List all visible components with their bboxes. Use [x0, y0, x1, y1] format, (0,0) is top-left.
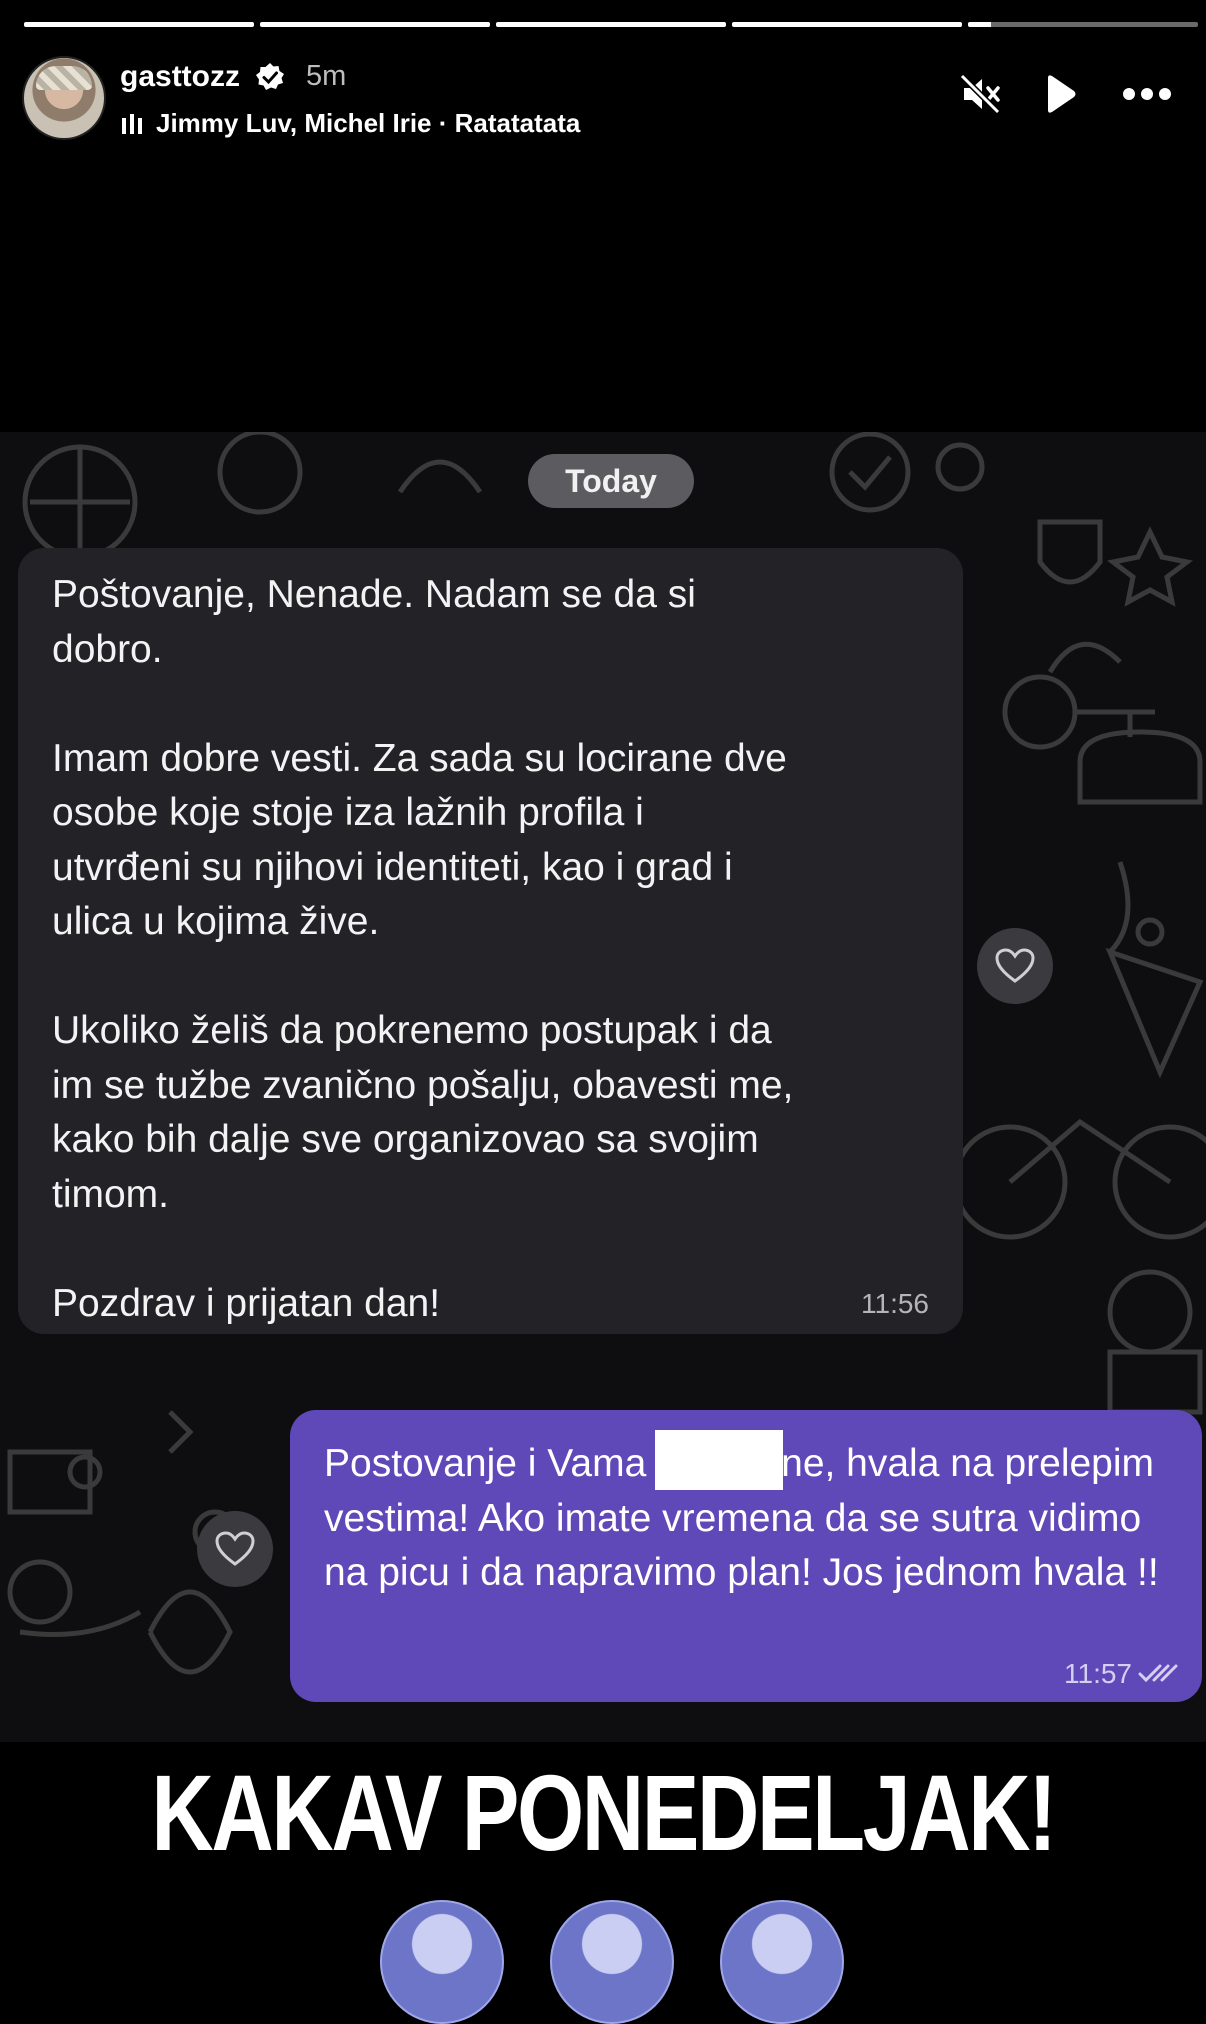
- heart-icon: [995, 948, 1035, 983]
- muted-speaker-icon[interactable]: [958, 72, 1002, 116]
- incoming-message-time: 11:56: [861, 1288, 929, 1319]
- react-heart-button[interactable]: [197, 1511, 273, 1587]
- emoji-sticker: [550, 1900, 674, 2024]
- music-attribution[interactable]: Jimmy Luv, Michel Irie · Ratatatata: [120, 108, 580, 139]
- more-options-icon[interactable]: [1120, 72, 1174, 116]
- date-separator: Today: [528, 454, 694, 508]
- read-receipt-icon: [1138, 1664, 1178, 1683]
- outgoing-text-part: Postovanje i Vama: [324, 1442, 658, 1485]
- emoji-sticker: [380, 1900, 504, 2024]
- emoji-sticker: [720, 1900, 844, 2024]
- react-heart-button[interactable]: [977, 928, 1053, 1004]
- chat-screenshot: Today Poštovanje, Nenade. Nadam se da si…: [0, 432, 1206, 1742]
- outgoing-message-text: Postovanje i Vama ne, hvala na prelepim …: [324, 1430, 1184, 1601]
- progress-segment: [496, 22, 726, 27]
- outgoing-message-bubble[interactable]: Postovanje i Vama ne, hvala na prelepim …: [290, 1410, 1202, 1702]
- username[interactable]: gasttozz: [120, 60, 240, 94]
- story-progress: [24, 22, 1206, 27]
- incoming-message-text: Poštovanje, Nenade. Nadam se da si dobro…: [52, 573, 794, 1325]
- incoming-message-bubble[interactable]: Poštovanje, Nenade. Nadam se da si dobro…: [18, 548, 963, 1334]
- redaction-box: [655, 1430, 784, 1490]
- post-time: 5m: [306, 60, 347, 92]
- progress-segment: [260, 22, 490, 27]
- progress-segment: [732, 22, 962, 27]
- verified-badge-icon: [256, 63, 284, 90]
- music-label: Jimmy Luv, Michel Irie · Ratatatata: [156, 108, 581, 138]
- story-caption: KAKAV PONEDELJAK!: [151, 1752, 1057, 1873]
- audio-bars-icon: [122, 113, 142, 134]
- play-icon[interactable]: [1042, 72, 1078, 116]
- emoji-row: [370, 1900, 870, 2024]
- heart-icon: [215, 1531, 255, 1566]
- avatar[interactable]: [22, 56, 106, 140]
- outgoing-message-time: 11:57: [1064, 1658, 1132, 1689]
- progress-segment: [24, 22, 254, 27]
- progress-segment-current: [968, 22, 1198, 27]
